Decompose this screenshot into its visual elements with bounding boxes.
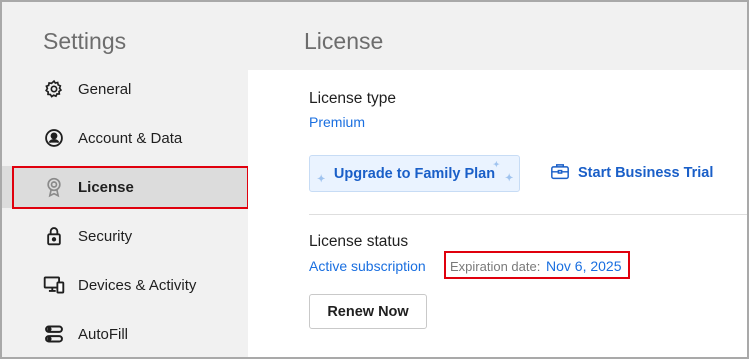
license-type-value[interactable]: Premium bbox=[309, 114, 365, 130]
license-status-value[interactable]: Active subscription bbox=[309, 258, 426, 274]
sidebar-item-label: Security bbox=[78, 227, 133, 245]
page-title: License bbox=[304, 28, 384, 54]
sparkle-icon: ✦ bbox=[317, 174, 326, 185]
expiration-date-value: Nov 6, 2025 bbox=[546, 258, 622, 274]
autofill-icon bbox=[43, 323, 65, 345]
gear-icon bbox=[43, 78, 65, 100]
license-type-label: License type bbox=[309, 90, 397, 107]
renew-button-label: Renew Now bbox=[327, 303, 409, 320]
sidebar-item-general[interactable]: General bbox=[2, 68, 248, 110]
section-divider bbox=[309, 214, 747, 215]
upgrade-button-label: Upgrade to Family Plan bbox=[333, 165, 496, 182]
sidebar-item-label: General bbox=[78, 80, 132, 98]
license-status-label: License status bbox=[309, 233, 409, 250]
sidebar-item-label: AutoFill bbox=[78, 325, 129, 343]
expiration-date-label: Expiration date: bbox=[450, 259, 541, 274]
sidebar-item-devices-activity[interactable]: Devices & Activity bbox=[2, 264, 248, 306]
sidebar-item-label: Devices & Activity bbox=[78, 276, 197, 294]
upgrade-family-plan-button[interactable]: ✦ ✦ ✦ Upgrade to Family Plan bbox=[309, 155, 520, 192]
license-content: License type Premium ✦ ✦ ✦ Upgrade to Fa… bbox=[248, 70, 747, 357]
settings-window: Settings General Account & Data License … bbox=[0, 0, 749, 359]
sidebar-item-license[interactable]: License bbox=[2, 166, 248, 208]
account-icon bbox=[43, 127, 65, 149]
badge-icon bbox=[43, 176, 65, 198]
lock-icon bbox=[43, 225, 65, 247]
sidebar-item-label: Account & Data bbox=[78, 129, 183, 147]
start-business-trial-button[interactable]: Start Business Trial bbox=[550, 162, 713, 184]
sidebar: Settings General Account & Data License … bbox=[2, 2, 249, 357]
sparkle-icon: ✦ bbox=[505, 173, 514, 184]
sidebar-item-security[interactable]: Security bbox=[2, 215, 248, 257]
sidebar-item-autofill[interactable]: AutoFill bbox=[2, 313, 248, 355]
sidebar-title: Settings bbox=[43, 28, 127, 54]
main-header: License bbox=[248, 2, 747, 70]
renew-now-button[interactable]: Renew Now bbox=[309, 294, 427, 329]
briefcase-icon bbox=[550, 162, 570, 185]
sidebar-item-account-data[interactable]: Account & Data bbox=[2, 117, 248, 159]
business-trial-label: Start Business Trial bbox=[578, 165, 714, 181]
devices-icon bbox=[43, 274, 65, 296]
sparkle-icon: ✦ bbox=[493, 160, 500, 169]
sidebar-item-label: License bbox=[78, 178, 134, 196]
